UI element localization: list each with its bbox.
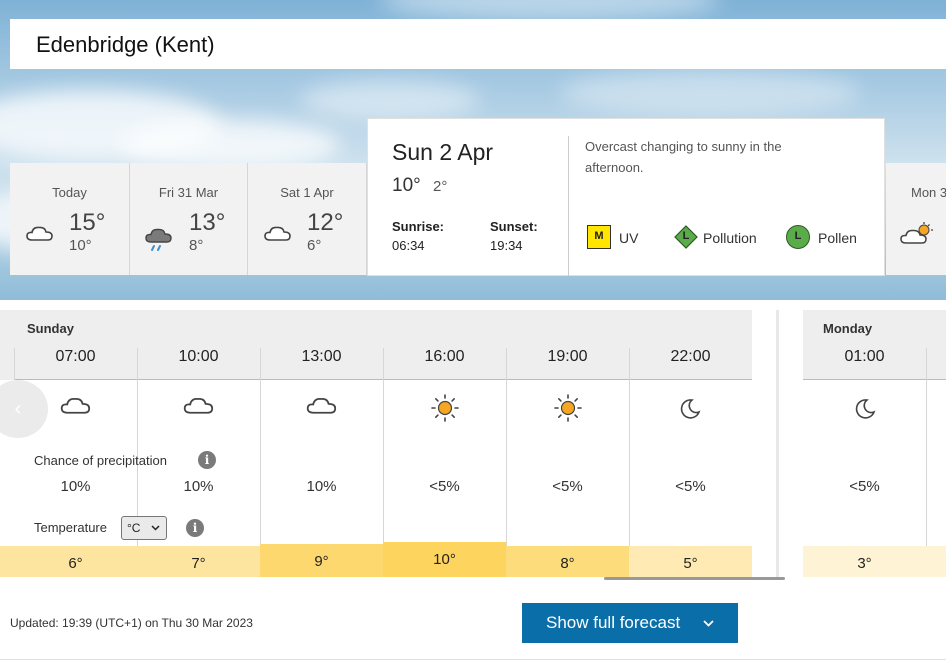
precip-value: 10% [306,478,337,495]
temp-value: 9° [260,544,383,577]
day-divider [776,310,779,578]
rain-cloud-icon [145,228,172,251]
cloud-icon [306,398,337,414]
day-tab-high: 15° [69,209,106,236]
pollen-badge-icon[interactable]: L [786,225,810,249]
column-separator [506,348,507,546]
pollution-badge-icon[interactable]: L [674,225,698,249]
precip-value: <5% [552,478,583,495]
temp-value: 5° [629,546,752,577]
chevron-down-icon [151,525,160,531]
temp-edge-cell [0,546,14,577]
next-day-column: Monday 01:00 <5% 3° [803,310,946,578]
day-tab-today[interactable]: Today 15° 10° [10,163,130,275]
updated-timestamp: Updated: 19:39 (UTC+1) on Thu 30 Mar 202… [10,616,253,630]
next-day-header: Monday 01:00 [803,310,946,380]
location-name: Edenbridge (Kent) [36,32,215,57]
unit-value: °C [127,521,141,535]
pollen-badge-text: L [794,230,802,242]
cloud-icon [264,226,291,241]
hour-time: 07:00 [55,348,96,365]
day-tab-low: 10° [69,237,92,254]
temp-edge-cell [926,546,946,577]
day-tab-label: Sat 1 Apr [280,185,334,200]
show-full-forecast-button[interactable]: Show full forecast [522,603,738,643]
pollen-label[interactable]: Pollen [818,230,857,246]
precip-value: <5% [849,478,880,495]
precip-value: <5% [429,478,460,495]
moon-icon [855,399,876,419]
sun-cloud-icon [900,222,933,244]
hourly-day-name: Sunday [27,321,74,336]
day-tab-label: Fri 31 Mar [158,185,219,200]
day-tab-mon[interactable]: Mon 3 [886,163,946,275]
precip-value: <5% [675,478,706,495]
day-tab-low: 6° [307,237,322,254]
precip-label: Chance of precipitation [34,453,167,468]
weather-description: Overcast changing to sunny in the aftern… [585,139,782,175]
day-tab-sat[interactable]: Sat 1 Apr 12° 6° [248,163,367,275]
chevron-down-icon [703,620,714,627]
column-separator [14,348,15,380]
column-separator [629,348,630,546]
temp-value: 10° [383,542,506,577]
horizontal-scrollbar[interactable] [604,577,785,580]
location-bar[interactable]: Edenbridge (Kent) [10,19,946,69]
sun-icon [431,394,459,422]
day-tab-fri[interactable]: Fri 31 Mar 13° 8° [130,163,248,275]
cloud-icon [183,398,214,414]
sunset-time: 19:34 [490,238,523,253]
hour-time: 10:00 [178,348,219,365]
day-tab-label: Today [52,185,87,200]
column-separator [260,348,261,546]
precip-value: 10% [183,478,214,495]
day-tab-label: Mon 3 [911,185,946,200]
sunset-label: Sunset: [490,219,538,234]
temperature-unit-select[interactable]: °C [121,516,167,540]
cloud-icon [26,226,53,241]
temp-value: 3° [803,546,926,577]
day-tab-low: 8° [189,237,204,254]
selected-low: 2° [433,178,448,195]
pollution-badge-text: L [682,230,690,242]
uv-badge-icon[interactable]: M [587,225,611,249]
sunrise-time: 06:34 [392,238,425,253]
show-full-forecast-label: Show full forecast [546,613,681,632]
header-divider [803,379,946,380]
moon-icon [680,399,701,419]
column-separator [383,348,384,546]
pollution-label[interactable]: Pollution [703,230,757,246]
day-tab-high: 12° [307,209,344,236]
hour-time: 13:00 [301,348,342,365]
sunrise-label: Sunrise: [392,219,445,234]
temp-value: 8° [506,546,629,577]
temp-value: 7° [137,546,260,577]
day-tab-high: 13° [189,209,226,236]
column-separator [926,348,927,546]
temperature-info-icon[interactable]: i [186,519,204,537]
precip-value: 10% [60,478,91,495]
hourly-header: Sunday 07:00 10:00 13:00 16:00 19:00 22:… [0,310,752,380]
panel-divider [568,136,569,276]
uv-badge-text: M [594,230,604,242]
hour-time: 16:00 [424,348,465,365]
cloud-icon [60,398,91,414]
hour-time: 19:00 [547,348,588,365]
sun-icon [554,394,582,422]
selected-day-panel: Sun 2 Apr 10° 2° Sunrise: 06:34 Sunset: … [367,118,885,276]
uv-label[interactable]: UV [619,230,638,246]
temperature-label: Temperature [34,520,107,535]
precip-info-icon[interactable]: i [198,451,216,469]
selected-date: Sun 2 Apr [392,139,494,165]
hourly-forecast-table: Sunday 07:00 10:00 13:00 16:00 19:00 22:… [0,310,752,578]
bottom-divider [0,659,946,660]
selected-high: 10° [392,175,421,196]
hour-time: 22:00 [670,348,711,365]
next-day-name: Monday [823,321,873,336]
temp-value: 6° [14,546,137,577]
hour-time: 01:00 [844,348,885,365]
